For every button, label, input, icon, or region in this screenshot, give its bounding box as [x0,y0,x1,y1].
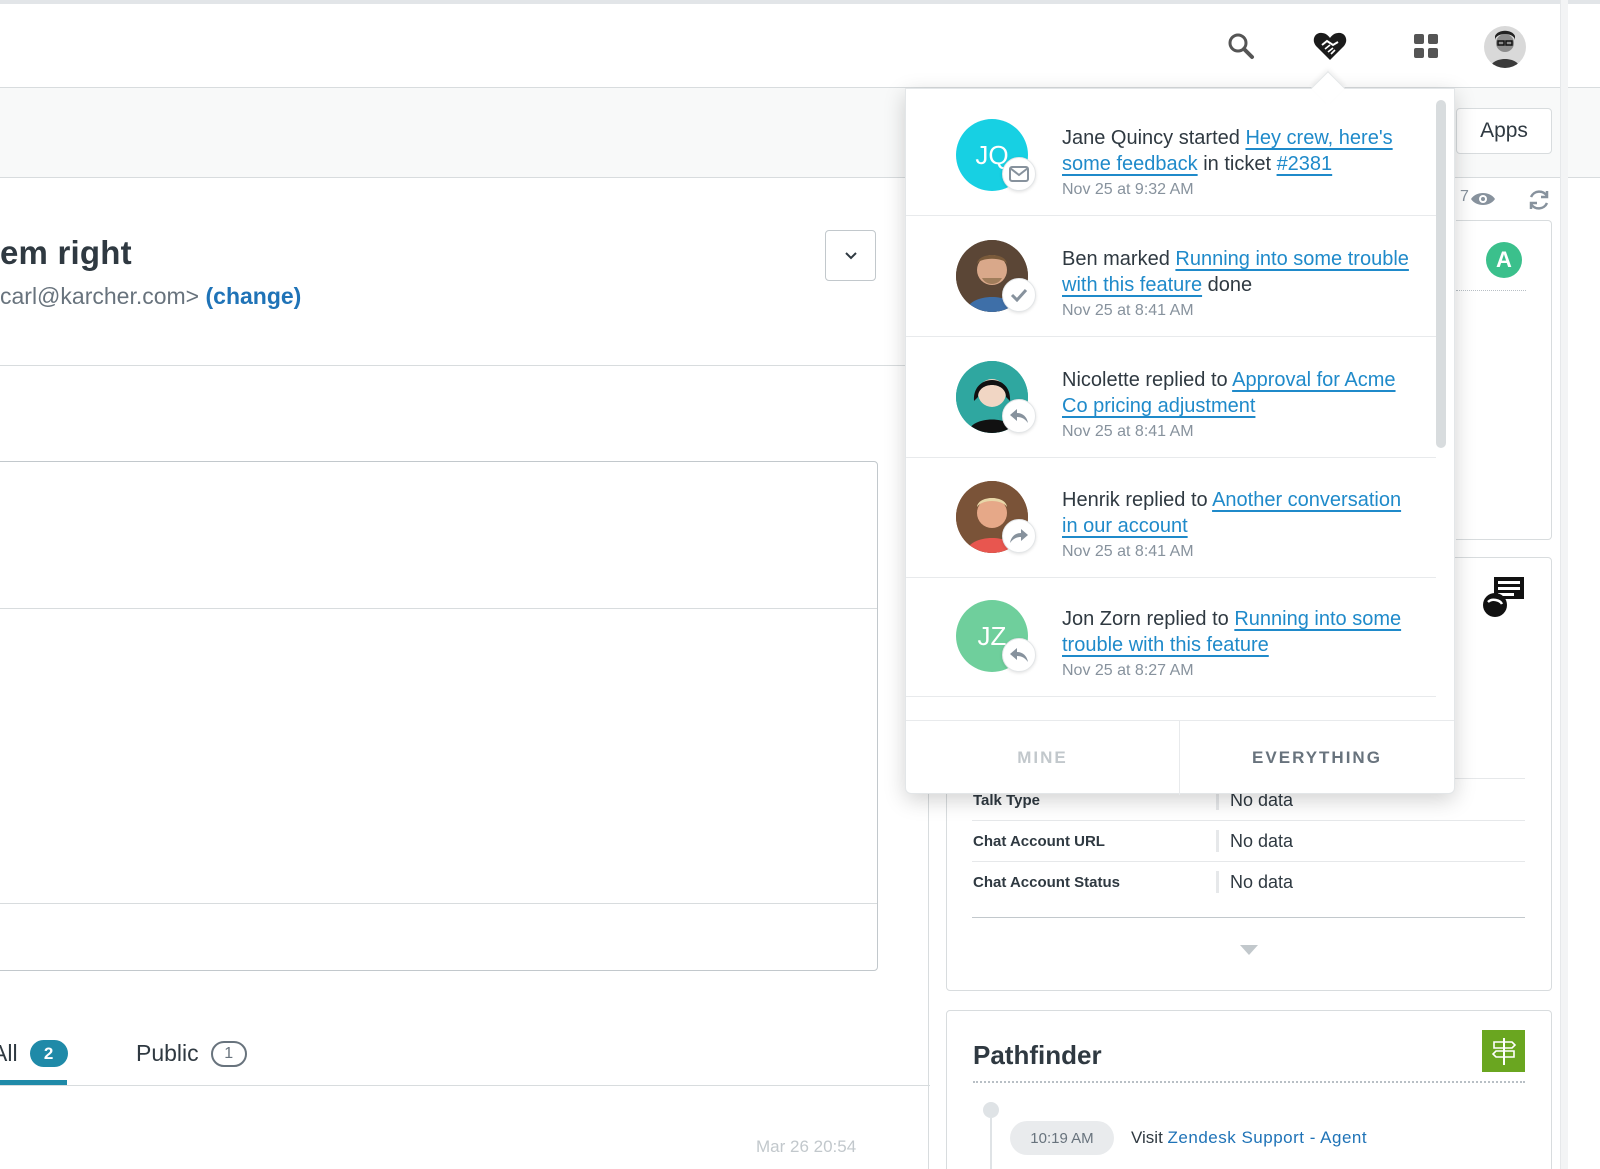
notification-actor: Henrik replied to [1062,489,1208,511]
editor-divider [0,608,877,609]
reply-icon [1002,638,1036,672]
ticket-options-dropdown[interactable] [825,230,876,281]
field-label: Chat Account Status [973,874,1120,891]
field-separator [1216,871,1219,893]
page-scrollbar[interactable] [1560,0,1568,1169]
ticket-header [0,178,905,366]
notification-item[interactable]: JZ Jon Zorn replied to Running into some … [906,576,1436,697]
refresh-icon[interactable] [1527,188,1551,212]
row-divider [972,820,1525,821]
notification-text: Jane Quincy started Hey crew, here's som… [1062,125,1422,177]
row-divider [972,861,1525,862]
active-tab-indicator [0,1080,67,1085]
ticket-title[interactable]: em right [0,234,132,272]
notification-item[interactable]: Nicolette replied to Approval for Acme C… [906,337,1436,458]
tab-mine[interactable]: MINE [906,721,1180,795]
notification-time: Nov 25 at 8:41 AM [1062,423,1194,440]
top-navigation-bar [0,0,1600,88]
forward-icon [1002,519,1036,553]
tab-public-count: 1 [210,1040,247,1067]
chevron-down-icon [844,251,857,259]
notification-item[interactable]: JQ Jane Quincy started Hey crew, here's s… [906,95,1436,216]
search-icon[interactable] [1223,28,1259,64]
notification-text: Jon Zorn replied to Running into some tr… [1062,606,1422,658]
notification-suffix: done [1202,274,1253,296]
notification-item[interactable]: Henrik replied to Another conversation i… [906,457,1436,578]
handshake-heart-icon[interactable] [1308,26,1352,66]
reply-icon [1002,399,1036,433]
pathfinder-title: Pathfinder [973,1040,1102,1070]
apps-button[interactable]: Apps [1456,108,1552,154]
tab-everything[interactable]: EVERYTHING [1180,721,1454,795]
field-label: Chat Account URL [973,833,1105,850]
signpost-icon [1482,1030,1525,1072]
chat-app-icon [1483,577,1524,617]
notification-actor: Nicolette replied to [1062,369,1233,391]
column-divider [928,790,929,1169]
apps-grid-icon[interactable] [1408,28,1444,64]
requester-email: carl@karcher.com> [0,283,200,309]
tab-all-count: 2 [29,1040,68,1067]
notification-text: Nicolette replied to Approval for Acme C… [1062,367,1422,419]
card-divider [973,1081,1525,1083]
mail-icon [1002,157,1036,191]
tab-public-label: Public [136,1040,199,1066]
notification-time: Nov 25 at 8:41 AM [1062,543,1194,560]
app-badge[interactable]: A [1486,242,1522,278]
notification-ticket-link[interactable]: #2381 [1277,153,1333,175]
notification-actor: Jon Zorn replied to [1062,608,1229,630]
notifications-scrollbar[interactable] [1436,100,1446,448]
notification-time: Nov 25 at 8:41 AM [1062,302,1194,319]
notification-actor: Jane Quincy started [1062,127,1240,149]
viewer-count: 7 [1460,188,1469,205]
change-requester-link[interactable]: (change) [206,283,302,309]
timeline-event: Visit Zendesk Support - Agent [1131,1128,1367,1148]
field-value: No data [1230,831,1294,851]
notification-actor: Ben marked [1062,248,1170,270]
field-value: No data [1230,872,1294,892]
timeline-dot [983,1102,999,1118]
notification-time: Nov 25 at 8:27 AM [1062,662,1194,679]
tab-all-label: All [0,1040,18,1066]
tab-public[interactable]: Public 1 [136,1040,247,1067]
notification-text: Ben marked Running into some trouble wit… [1062,246,1422,298]
viewer-toolbar: 7 [1460,186,1555,214]
notification-time: Nov 25 at 9:32 AM [1062,181,1194,198]
comment-editor[interactable] [0,461,878,971]
expand-caret-icon[interactable] [1240,945,1258,955]
notification-text: Henrik replied to Another conversation i… [1062,487,1422,539]
card-divider [1456,290,1526,291]
notification-item[interactable]: Ben marked Running into some trouble wit… [906,216,1436,337]
comment-timestamp: Mar 26 20:54 [756,1137,857,1156]
visit-link[interactable]: Zendesk Support - Agent [1168,1128,1368,1147]
timeline-time: 10:19 AM [1010,1121,1114,1155]
editor-divider [0,903,877,904]
avatar-initials: JZ [977,620,1007,651]
visit-prefix: Visit [1131,1128,1163,1147]
notification-mid: in ticket [1197,153,1277,175]
eye-icon [1471,193,1495,205]
tab-all[interactable]: All 2 [0,1040,68,1067]
user-avatar[interactable] [1484,26,1526,68]
timeline-line [990,1118,992,1169]
notifications-footer: MINE EVERYTHING [906,720,1454,795]
field-separator [1216,830,1219,852]
ticket-requester: carl@karcher.com> (change) [0,283,301,310]
check-icon [1002,278,1036,312]
row-divider [972,917,1525,918]
